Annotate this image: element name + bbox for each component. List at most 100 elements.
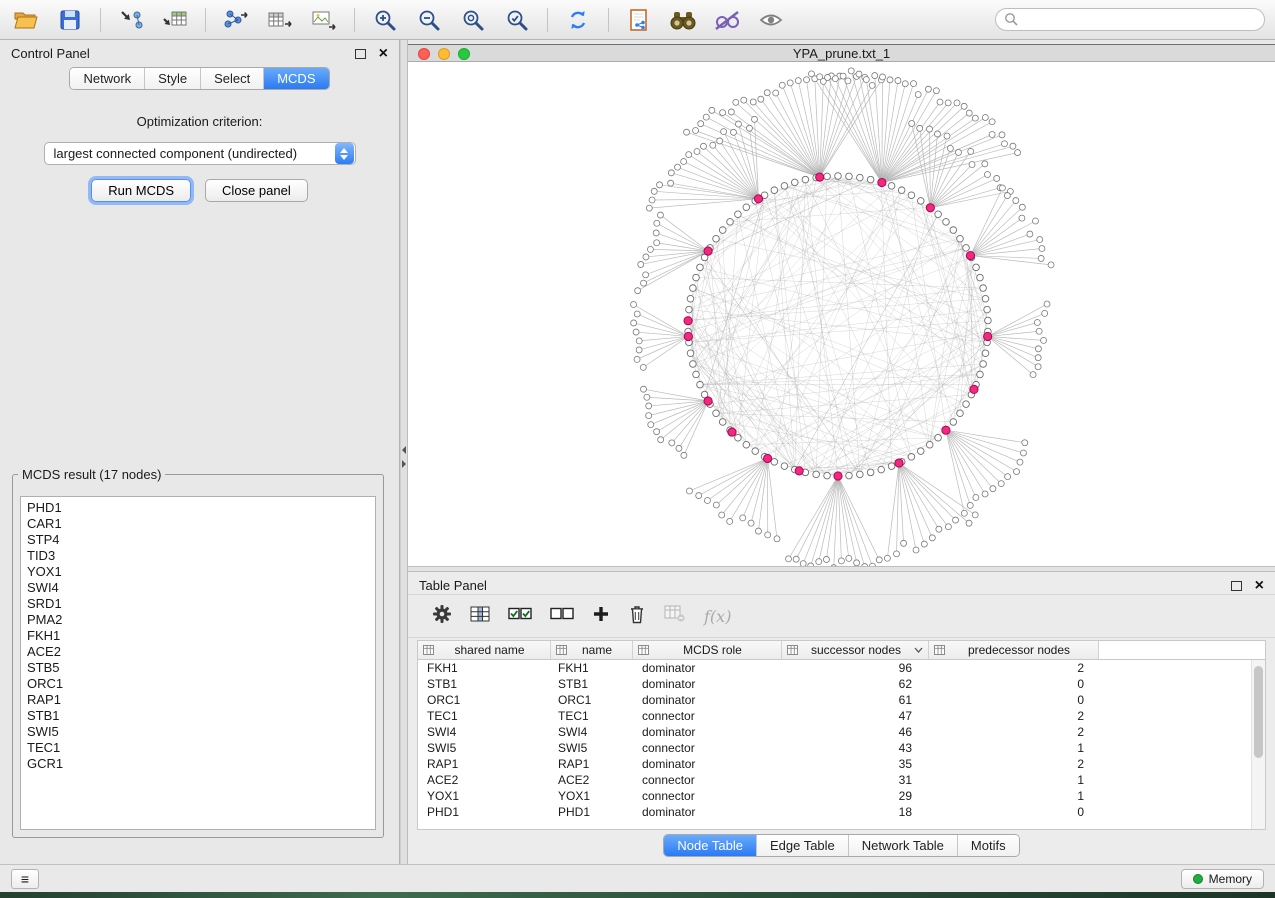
open-session-button[interactable]: [10, 4, 42, 36]
table-panel: Table Panel ×: [408, 572, 1275, 864]
search-input[interactable]: [995, 8, 1265, 31]
mcds-result-item[interactable]: CAR1: [21, 516, 375, 532]
mcds-result-item[interactable]: ACE2: [21, 644, 375, 660]
column-header-mcds-role[interactable]: MCDS role: [633, 641, 782, 659]
mcds-result-item[interactable]: SWI5: [21, 724, 375, 740]
tab-mcds[interactable]: MCDS: [263, 68, 328, 89]
float-window-icon[interactable]: [1231, 581, 1242, 591]
export-network-button[interactable]: [220, 4, 252, 36]
column-header-predecessor-nodes[interactable]: predecessor nodes: [929, 641, 1099, 659]
mcds-result-item[interactable]: GCR1: [21, 756, 375, 772]
close-window-light[interactable]: [418, 48, 430, 60]
tab-edge-table[interactable]: Edge Table: [756, 835, 848, 856]
table-row[interactable]: PHD1PHD1dominator180: [418, 804, 1265, 820]
mcds-result-item[interactable]: PMA2: [21, 612, 375, 628]
function-builder-button-disabled: f(x): [704, 607, 731, 626]
status-menu-button[interactable]: ≡: [11, 869, 39, 889]
unchecked-boxes-icon: [550, 606, 574, 621]
show-details-button[interactable]: [755, 4, 787, 36]
add-column-button[interactable]: [592, 605, 610, 628]
column-header-shared-name[interactable]: shared name: [418, 641, 551, 659]
run-mcds-button[interactable]: Run MCDS: [91, 179, 191, 202]
tab-style[interactable]: Style: [144, 68, 200, 89]
close-panel-icon[interactable]: ×: [1255, 578, 1264, 594]
search-network-button[interactable]: [667, 4, 699, 36]
save-session-button[interactable]: [54, 4, 86, 36]
float-window-icon[interactable]: [355, 49, 366, 59]
mcds-result-item[interactable]: SWI4: [21, 580, 375, 596]
export-document-button[interactable]: [623, 4, 655, 36]
export-table-button[interactable]: [264, 4, 296, 36]
show-columns-button[interactable]: [470, 605, 490, 628]
control-panel-tabs: Network Style Select MCDS: [0, 67, 399, 90]
tab-network[interactable]: Network: [70, 68, 144, 89]
table-row[interactable]: YOX1YOX1connector291: [418, 788, 1265, 804]
mcds-result-item[interactable]: STB1: [21, 708, 375, 724]
table-row[interactable]: ORC1ORC1dominator610: [418, 692, 1265, 708]
column-header-name[interactable]: name: [551, 641, 633, 659]
mcds-result-list[interactable]: PHD1CAR1STP4TID3YOX1SWI4SRD1PMA2FKH1ACE2…: [20, 496, 376, 830]
mcds-result-item[interactable]: TID3: [21, 548, 375, 564]
close-panel-icon[interactable]: ×: [379, 46, 388, 62]
zoom-selected-button[interactable]: [501, 4, 533, 36]
table-row[interactable]: SWI4SWI4dominator462: [418, 724, 1265, 740]
zoom-out-button[interactable]: [413, 4, 445, 36]
table-cell: FKH1: [418, 661, 551, 675]
network-canvas[interactable]: [408, 62, 1275, 566]
mcds-result-item[interactable]: PHD1: [21, 500, 375, 516]
table-cell: 46: [782, 725, 929, 739]
column-type-icon: [423, 645, 434, 655]
network-window-titlebar[interactable]: YPA_prune.txt_1: [408, 44, 1275, 62]
import-network-button[interactable]: [115, 4, 147, 36]
table-cell: TEC1: [418, 709, 551, 723]
mcds-result-item[interactable]: ORC1: [21, 676, 375, 692]
minimize-window-light[interactable]: [438, 48, 450, 60]
mcds-result-item[interactable]: STP4: [21, 532, 375, 548]
import-table-button[interactable]: [159, 4, 191, 36]
mcds-result-item[interactable]: FKH1: [21, 628, 375, 644]
tab-network-table[interactable]: Network Table: [848, 835, 957, 856]
zoom-out-icon: [417, 8, 441, 32]
vertical-splitter[interactable]: [400, 40, 408, 864]
optimization-criterion-select[interactable]: largest connected component (undirected): [44, 142, 356, 165]
table-row[interactable]: STB1STB1dominator620: [418, 676, 1265, 692]
export-image-button[interactable]: [308, 4, 340, 36]
deselect-all-button[interactable]: [550, 606, 574, 626]
mcds-result-item[interactable]: YOX1: [21, 564, 375, 580]
delete-column-button[interactable]: [628, 604, 646, 629]
table-row[interactable]: TEC1TEC1connector472: [418, 708, 1265, 724]
mcds-result-item[interactable]: TEC1: [21, 740, 375, 756]
hide-details-button[interactable]: [711, 4, 743, 36]
table-settings-button[interactable]: [432, 604, 452, 629]
apply-layout-button[interactable]: [562, 4, 594, 36]
table-row[interactable]: ACE2ACE2connector311: [418, 772, 1265, 788]
table-scrollbar[interactable]: [1251, 660, 1265, 829]
memory-label: Memory: [1209, 872, 1252, 886]
mcds-result-item[interactable]: SRD1: [21, 596, 375, 612]
toolbar-separator: [100, 8, 101, 32]
table-row[interactable]: SWI5SWI5connector431: [418, 740, 1265, 756]
tab-motifs[interactable]: Motifs: [957, 835, 1019, 856]
splitter-collapse-right-icon[interactable]: [402, 460, 406, 468]
close-panel-button[interactable]: Close panel: [205, 179, 308, 202]
delete-table-button-disabled: [664, 605, 686, 627]
table-row[interactable]: FKH1FKH1dominator962: [418, 660, 1265, 676]
table-cell: dominator: [633, 661, 782, 675]
tab-select[interactable]: Select: [200, 68, 263, 89]
column-header-successor-nodes[interactable]: successor nodes: [782, 641, 929, 659]
zoom-fit-button[interactable]: [457, 4, 489, 36]
mcds-result-item[interactable]: STB5: [21, 660, 375, 676]
tab-node-table[interactable]: Node Table: [664, 835, 756, 856]
select-all-button[interactable]: [508, 606, 532, 626]
splitter-collapse-left-icon[interactable]: [402, 446, 406, 454]
maximize-window-light[interactable]: [458, 48, 470, 60]
optimization-criterion-label: Optimization criterion:: [0, 114, 399, 129]
memory-button[interactable]: Memory: [1181, 869, 1264, 889]
table-cell: RAP1: [418, 757, 551, 771]
scrollbar-thumb[interactable]: [1254, 666, 1263, 758]
table-row[interactable]: RAP1RAP1dominator352: [418, 756, 1265, 772]
column-type-icon: [638, 645, 649, 655]
mcds-result-item[interactable]: RAP1: [21, 692, 375, 708]
zoom-in-button[interactable]: [369, 4, 401, 36]
table-cell: connector: [633, 741, 782, 755]
